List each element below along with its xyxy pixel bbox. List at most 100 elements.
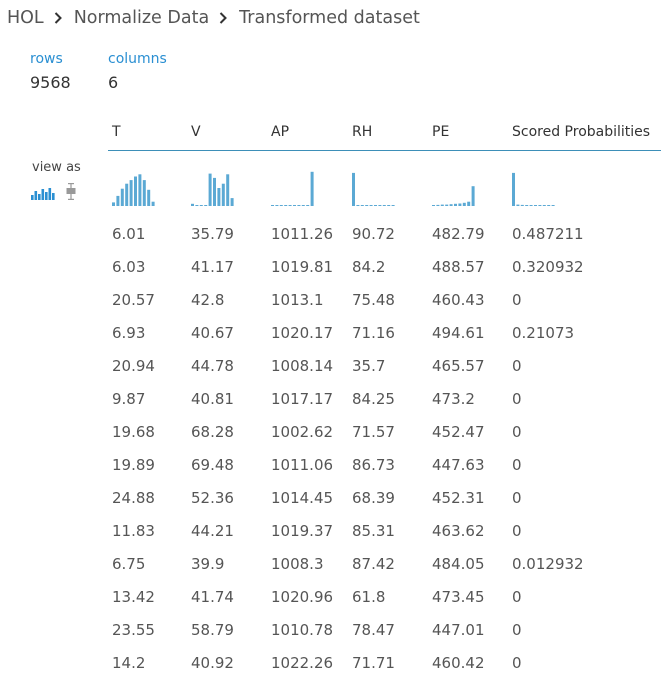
- table-cell: 1019.81: [271, 258, 334, 276]
- column-header-scored-probabilities[interactable]: Scored Probabilities: [512, 122, 650, 142]
- table-cell: 0: [512, 456, 522, 474]
- histogram-bar: [138, 174, 142, 206]
- histogram-bar: [221, 183, 225, 206]
- histogram-bar: [454, 203, 457, 206]
- table-cell: 44.21: [191, 522, 234, 540]
- column-header-rh[interactable]: RH: [352, 122, 372, 142]
- histogram-bar: [512, 172, 515, 206]
- histogram-bar: [297, 205, 301, 206]
- table-cell: 1011.06: [271, 456, 334, 474]
- table-cell: 35.7: [352, 357, 386, 375]
- table-cell: 71.57: [352, 423, 395, 441]
- boxplot-icon[interactable]: [65, 183, 77, 200]
- table-cell: 40.92: [191, 654, 234, 672]
- histogram-bar: [129, 180, 133, 206]
- table-cell: 1008.3: [271, 555, 324, 573]
- table-cell: 86.73: [352, 456, 395, 474]
- table-cell: 9.87: [112, 390, 146, 408]
- table-cell: 1020.96: [271, 588, 334, 606]
- table-cell: 1013.1: [271, 291, 324, 309]
- table-cell: 473.2: [432, 390, 475, 408]
- table-cell: 52.36: [191, 489, 234, 507]
- breadcrumb-item-normalize-data[interactable]: Normalize Data: [74, 8, 209, 28]
- table-cell: 40.67: [191, 324, 234, 342]
- table-cell: 85.31: [352, 522, 395, 540]
- table-cell: 24.88: [112, 489, 155, 507]
- table-cell: 447.01: [432, 621, 485, 639]
- histogram-bar: [226, 174, 230, 206]
- header-divider: [108, 150, 661, 151]
- histogram-bar: [440, 204, 444, 206]
- table-cell: 6.01: [112, 225, 146, 243]
- histogram-bar: [310, 171, 314, 206]
- rows-value: 9568: [30, 73, 71, 92]
- table-cell: 20.94: [112, 357, 155, 375]
- histogram-scored-probabilities[interactable]: [511, 170, 563, 207]
- table-cell: 11.83: [112, 522, 155, 540]
- histogram-v[interactable]: [190, 170, 240, 207]
- histogram-bar: [534, 205, 537, 206]
- table-cell: 6.03: [112, 258, 146, 276]
- table-cell: 1008.14: [271, 357, 334, 375]
- column-header-v[interactable]: V: [191, 122, 201, 142]
- table-cell: 41.74: [191, 588, 234, 606]
- histogram-bar: [356, 205, 360, 206]
- histogram-bar: [288, 205, 292, 206]
- histogram-bar: [516, 204, 520, 206]
- table-cell: 473.45: [432, 588, 485, 606]
- table-cell: 90.72: [352, 225, 395, 243]
- histogram-bar: [208, 173, 212, 206]
- histogram-bar: [271, 205, 274, 206]
- histogram-bar: [391, 205, 395, 206]
- histogram-bar: [547, 205, 551, 206]
- table-cell: 1020.17: [271, 324, 334, 342]
- histogram-bar: [432, 205, 435, 206]
- table-cell: 35.79: [191, 225, 234, 243]
- table-cell: 19.89: [112, 456, 155, 474]
- table-cell: 0: [512, 588, 522, 606]
- histogram-icon[interactable]: [31, 186, 55, 200]
- column-header-pe[interactable]: PE: [432, 122, 449, 142]
- table-cell: 482.79: [432, 225, 485, 243]
- table-cell: 13.42: [112, 588, 155, 606]
- table-cell: 0.012932: [512, 555, 584, 573]
- histogram-ap[interactable]: [270, 170, 322, 207]
- histogram-bar: [275, 205, 279, 206]
- table-cell: 39.9: [191, 555, 225, 573]
- columns-summary: columns 6: [108, 50, 167, 94]
- histogram-bar: [120, 188, 124, 206]
- breadcrumb-item-hol[interactable]: HOL: [7, 8, 44, 28]
- histogram-bar: [191, 203, 194, 206]
- table-cell: 0: [512, 357, 522, 375]
- histogram-bar: [306, 205, 310, 206]
- table-cell: 69.48: [191, 456, 234, 474]
- table-cell: 0: [512, 291, 522, 309]
- histogram-pe[interactable]: [431, 170, 483, 207]
- histogram-bar: [458, 203, 462, 206]
- table-cell: 71.71: [352, 654, 395, 672]
- table-cell: 20.57: [112, 291, 155, 309]
- histogram-t[interactable]: [111, 170, 161, 207]
- histogram-bar: [471, 186, 475, 206]
- table-cell: 6.75: [112, 555, 146, 573]
- rows-label: rows: [30, 51, 63, 67]
- column-header-t[interactable]: T: [112, 122, 121, 142]
- table-cell: 465.57: [432, 357, 485, 375]
- columns-value: 6: [108, 73, 119, 92]
- histogram-bar: [374, 205, 377, 206]
- table-cell: 14.2: [112, 654, 146, 672]
- histogram-bar: [284, 205, 288, 206]
- table-cell: 0: [512, 423, 522, 441]
- table-cell: 494.61: [432, 324, 485, 342]
- table-cell: 452.31: [432, 489, 485, 507]
- table-cell: 484.05: [432, 555, 485, 573]
- histogram-bar: [529, 205, 533, 206]
- histogram-rh[interactable]: [351, 170, 403, 207]
- table-cell: 68.28: [191, 423, 234, 441]
- table-cell: 488.57: [432, 258, 485, 276]
- column-header-ap[interactable]: AP: [271, 122, 289, 142]
- histogram-bar: [279, 205, 283, 206]
- table-cell: 0: [512, 654, 522, 672]
- histogram-bar: [378, 205, 382, 206]
- table-cell: 40.81: [191, 390, 234, 408]
